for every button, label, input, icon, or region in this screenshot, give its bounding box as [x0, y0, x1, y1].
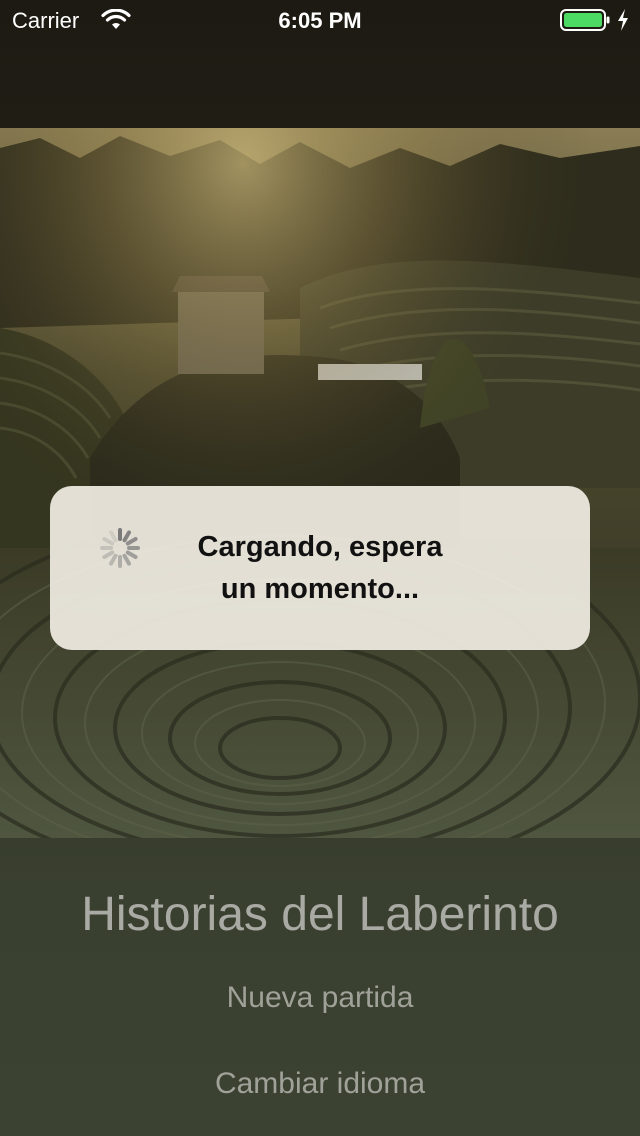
change-language-button[interactable]: Cambiar idioma: [170, 1064, 470, 1104]
charging-bolt-icon: [618, 9, 628, 31]
battery-icon: [560, 9, 610, 31]
hero-landscape-image: [0, 128, 640, 838]
app-screen: Carrier 6:05 PM Cargando, espera un mome…: [0, 0, 640, 1136]
main-menu: Historias del Laberinto Nueva partida Ca…: [0, 838, 640, 1136]
new-game-button[interactable]: Nueva partida: [170, 978, 470, 1018]
status-time: 6:05 PM: [278, 8, 362, 33]
loading-spinner-icon: [100, 528, 140, 568]
app-title: Historias del Laberinto: [81, 888, 559, 941]
loading-message-line-1: Cargando, espera: [197, 531, 443, 563]
loading-message: Cargando, espera un momento...: [150, 526, 490, 610]
status-bar: Carrier 6:05 PM: [0, 0, 640, 40]
loading-message-line-2: un momento...: [220, 573, 420, 605]
